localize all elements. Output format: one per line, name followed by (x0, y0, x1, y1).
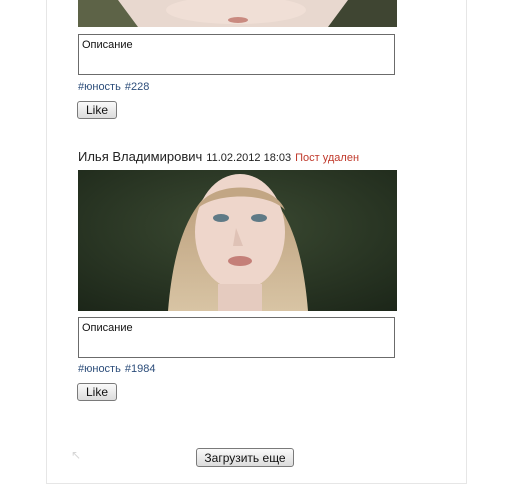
tag-link[interactable]: #228 (125, 81, 149, 93)
post-photo[interactable] (78, 0, 397, 27)
post-tags: #юность #228 (78, 81, 153, 93)
author-name[interactable]: Илья Владимирович (78, 149, 202, 164)
post-header: Илья Владимирович 11.02.2012 18:03 Пост уд… (78, 148, 359, 166)
post-photo[interactable] (78, 170, 397, 311)
like-button[interactable]: Like (77, 101, 117, 119)
tag-link[interactable]: #юность (78, 363, 121, 375)
description-box[interactable]: Описание (78, 317, 395, 358)
load-more-button[interactable]: Загрузить еще (196, 448, 294, 467)
post-tags: #юность #1984 (78, 363, 159, 375)
post-deleted-status: Пост удален (295, 152, 360, 164)
scroll-to-top-icon[interactable]: ↖ (71, 449, 83, 461)
tag-link[interactable]: #юность (78, 81, 121, 93)
like-button[interactable]: Like (77, 383, 117, 401)
description-text: Описание (82, 322, 133, 334)
tag-link[interactable]: #1984 (125, 363, 156, 375)
post-timestamp: 11.02.2012 18:03 (206, 152, 292, 164)
description-text: Описание (82, 39, 133, 51)
description-box[interactable]: Описание (78, 34, 395, 75)
